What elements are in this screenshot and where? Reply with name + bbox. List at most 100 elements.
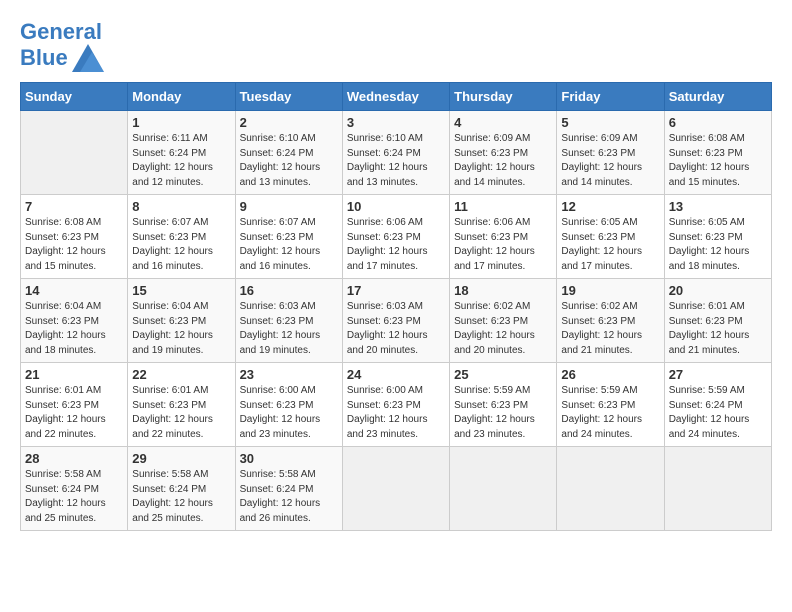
day-info: Sunrise: 6:11 AM Sunset: 6:24 PM Dayligh… [132, 132, 230, 190]
day-number: 7 [25, 199, 123, 214]
day-info: Sunrise: 6:06 AM Sunset: 6:23 PM Dayligh… [347, 216, 445, 274]
calendar-cell: 27 Sunrise: 5:59 AM Sunset: 6:24 PM Dayl… [664, 363, 771, 447]
day-info: Sunrise: 6:07 AM Sunset: 6:23 PM Dayligh… [132, 216, 230, 274]
logo-text: General [20, 20, 104, 44]
day-number: 28 [25, 451, 123, 466]
day-number: 26 [561, 367, 659, 382]
day-number: 16 [240, 283, 338, 298]
calendar-cell [450, 447, 557, 531]
weekday-header-saturday: Saturday [664, 83, 771, 111]
day-number: 22 [132, 367, 230, 382]
calendar-cell: 18 Sunrise: 6:02 AM Sunset: 6:23 PM Dayl… [450, 279, 557, 363]
day-info: Sunrise: 6:04 AM Sunset: 6:23 PM Dayligh… [25, 300, 123, 358]
calendar-cell: 14 Sunrise: 6:04 AM Sunset: 6:23 PM Dayl… [21, 279, 128, 363]
day-number: 21 [25, 367, 123, 382]
day-number: 19 [561, 283, 659, 298]
day-info: Sunrise: 6:05 AM Sunset: 6:23 PM Dayligh… [669, 216, 767, 274]
calendar-cell [664, 447, 771, 531]
day-info: Sunrise: 6:05 AM Sunset: 6:23 PM Dayligh… [561, 216, 659, 274]
calendar-cell: 29 Sunrise: 5:58 AM Sunset: 6:24 PM Dayl… [128, 447, 235, 531]
day-number: 10 [347, 199, 445, 214]
day-number: 8 [132, 199, 230, 214]
day-info: Sunrise: 5:58 AM Sunset: 6:24 PM Dayligh… [25, 468, 123, 526]
calendar-cell: 23 Sunrise: 6:00 AM Sunset: 6:23 PM Dayl… [235, 363, 342, 447]
day-number: 12 [561, 199, 659, 214]
weekday-header-sunday: Sunday [21, 83, 128, 111]
day-info: Sunrise: 6:01 AM Sunset: 6:23 PM Dayligh… [669, 300, 767, 358]
day-number: 14 [25, 283, 123, 298]
day-number: 6 [669, 115, 767, 130]
header: General Blue [20, 20, 772, 72]
day-info: Sunrise: 5:59 AM Sunset: 6:23 PM Dayligh… [454, 384, 552, 442]
calendar-cell: 11 Sunrise: 6:06 AM Sunset: 6:23 PM Dayl… [450, 195, 557, 279]
day-number: 30 [240, 451, 338, 466]
day-info: Sunrise: 5:59 AM Sunset: 6:23 PM Dayligh… [561, 384, 659, 442]
calendar-cell: 26 Sunrise: 5:59 AM Sunset: 6:23 PM Dayl… [557, 363, 664, 447]
day-number: 2 [240, 115, 338, 130]
day-info: Sunrise: 6:00 AM Sunset: 6:23 PM Dayligh… [240, 384, 338, 442]
calendar-cell: 6 Sunrise: 6:08 AM Sunset: 6:23 PM Dayli… [664, 111, 771, 195]
day-info: Sunrise: 6:00 AM Sunset: 6:23 PM Dayligh… [347, 384, 445, 442]
calendar-cell: 30 Sunrise: 5:58 AM Sunset: 6:24 PM Dayl… [235, 447, 342, 531]
day-info: Sunrise: 5:58 AM Sunset: 6:24 PM Dayligh… [240, 468, 338, 526]
calendar-cell: 7 Sunrise: 6:08 AM Sunset: 6:23 PM Dayli… [21, 195, 128, 279]
day-number: 13 [669, 199, 767, 214]
calendar-table: SundayMondayTuesdayWednesdayThursdayFrid… [20, 82, 772, 531]
calendar-cell: 21 Sunrise: 6:01 AM Sunset: 6:23 PM Dayl… [21, 363, 128, 447]
weekday-header-monday: Monday [128, 83, 235, 111]
logo-blue: Blue [20, 46, 68, 70]
day-info: Sunrise: 5:58 AM Sunset: 6:24 PM Dayligh… [132, 468, 230, 526]
calendar-cell: 3 Sunrise: 6:10 AM Sunset: 6:24 PM Dayli… [342, 111, 449, 195]
calendar-cell: 16 Sunrise: 6:03 AM Sunset: 6:23 PM Dayl… [235, 279, 342, 363]
day-number: 23 [240, 367, 338, 382]
day-number: 15 [132, 283, 230, 298]
calendar-cell: 8 Sunrise: 6:07 AM Sunset: 6:23 PM Dayli… [128, 195, 235, 279]
calendar-cell [342, 447, 449, 531]
calendar-cell: 20 Sunrise: 6:01 AM Sunset: 6:23 PM Dayl… [664, 279, 771, 363]
calendar-cell [21, 111, 128, 195]
day-number: 27 [669, 367, 767, 382]
day-number: 3 [347, 115, 445, 130]
calendar-cell: 9 Sunrise: 6:07 AM Sunset: 6:23 PM Dayli… [235, 195, 342, 279]
day-info: Sunrise: 6:03 AM Sunset: 6:23 PM Dayligh… [240, 300, 338, 358]
calendar-cell: 22 Sunrise: 6:01 AM Sunset: 6:23 PM Dayl… [128, 363, 235, 447]
calendar-cell: 4 Sunrise: 6:09 AM Sunset: 6:23 PM Dayli… [450, 111, 557, 195]
weekday-header-tuesday: Tuesday [235, 83, 342, 111]
calendar-cell: 5 Sunrise: 6:09 AM Sunset: 6:23 PM Dayli… [557, 111, 664, 195]
day-info: Sunrise: 6:06 AM Sunset: 6:23 PM Dayligh… [454, 216, 552, 274]
day-number: 4 [454, 115, 552, 130]
day-info: Sunrise: 6:07 AM Sunset: 6:23 PM Dayligh… [240, 216, 338, 274]
day-info: Sunrise: 6:04 AM Sunset: 6:23 PM Dayligh… [132, 300, 230, 358]
calendar-cell: 10 Sunrise: 6:06 AM Sunset: 6:23 PM Dayl… [342, 195, 449, 279]
calendar-cell: 19 Sunrise: 6:02 AM Sunset: 6:23 PM Dayl… [557, 279, 664, 363]
weekday-header-friday: Friday [557, 83, 664, 111]
day-info: Sunrise: 6:08 AM Sunset: 6:23 PM Dayligh… [669, 132, 767, 190]
calendar-cell [557, 447, 664, 531]
calendar-cell: 12 Sunrise: 6:05 AM Sunset: 6:23 PM Dayl… [557, 195, 664, 279]
day-number: 20 [669, 283, 767, 298]
day-info: Sunrise: 6:08 AM Sunset: 6:23 PM Dayligh… [25, 216, 123, 274]
weekday-header-thursday: Thursday [450, 83, 557, 111]
day-number: 1 [132, 115, 230, 130]
day-info: Sunrise: 6:09 AM Sunset: 6:23 PM Dayligh… [454, 132, 552, 190]
day-info: Sunrise: 6:01 AM Sunset: 6:23 PM Dayligh… [25, 384, 123, 442]
day-info: Sunrise: 6:02 AM Sunset: 6:23 PM Dayligh… [561, 300, 659, 358]
calendar-cell: 15 Sunrise: 6:04 AM Sunset: 6:23 PM Dayl… [128, 279, 235, 363]
day-info: Sunrise: 6:03 AM Sunset: 6:23 PM Dayligh… [347, 300, 445, 358]
day-number: 25 [454, 367, 552, 382]
day-number: 24 [347, 367, 445, 382]
logo-icon [72, 44, 104, 72]
day-info: Sunrise: 6:10 AM Sunset: 6:24 PM Dayligh… [240, 132, 338, 190]
day-number: 17 [347, 283, 445, 298]
calendar-cell: 17 Sunrise: 6:03 AM Sunset: 6:23 PM Dayl… [342, 279, 449, 363]
day-info: Sunrise: 6:02 AM Sunset: 6:23 PM Dayligh… [454, 300, 552, 358]
day-number: 18 [454, 283, 552, 298]
calendar-cell: 13 Sunrise: 6:05 AM Sunset: 6:23 PM Dayl… [664, 195, 771, 279]
day-info: Sunrise: 6:10 AM Sunset: 6:24 PM Dayligh… [347, 132, 445, 190]
day-number: 5 [561, 115, 659, 130]
day-info: Sunrise: 6:09 AM Sunset: 6:23 PM Dayligh… [561, 132, 659, 190]
calendar-cell: 28 Sunrise: 5:58 AM Sunset: 6:24 PM Dayl… [21, 447, 128, 531]
calendar-cell: 25 Sunrise: 5:59 AM Sunset: 6:23 PM Dayl… [450, 363, 557, 447]
day-number: 29 [132, 451, 230, 466]
calendar-cell: 2 Sunrise: 6:10 AM Sunset: 6:24 PM Dayli… [235, 111, 342, 195]
